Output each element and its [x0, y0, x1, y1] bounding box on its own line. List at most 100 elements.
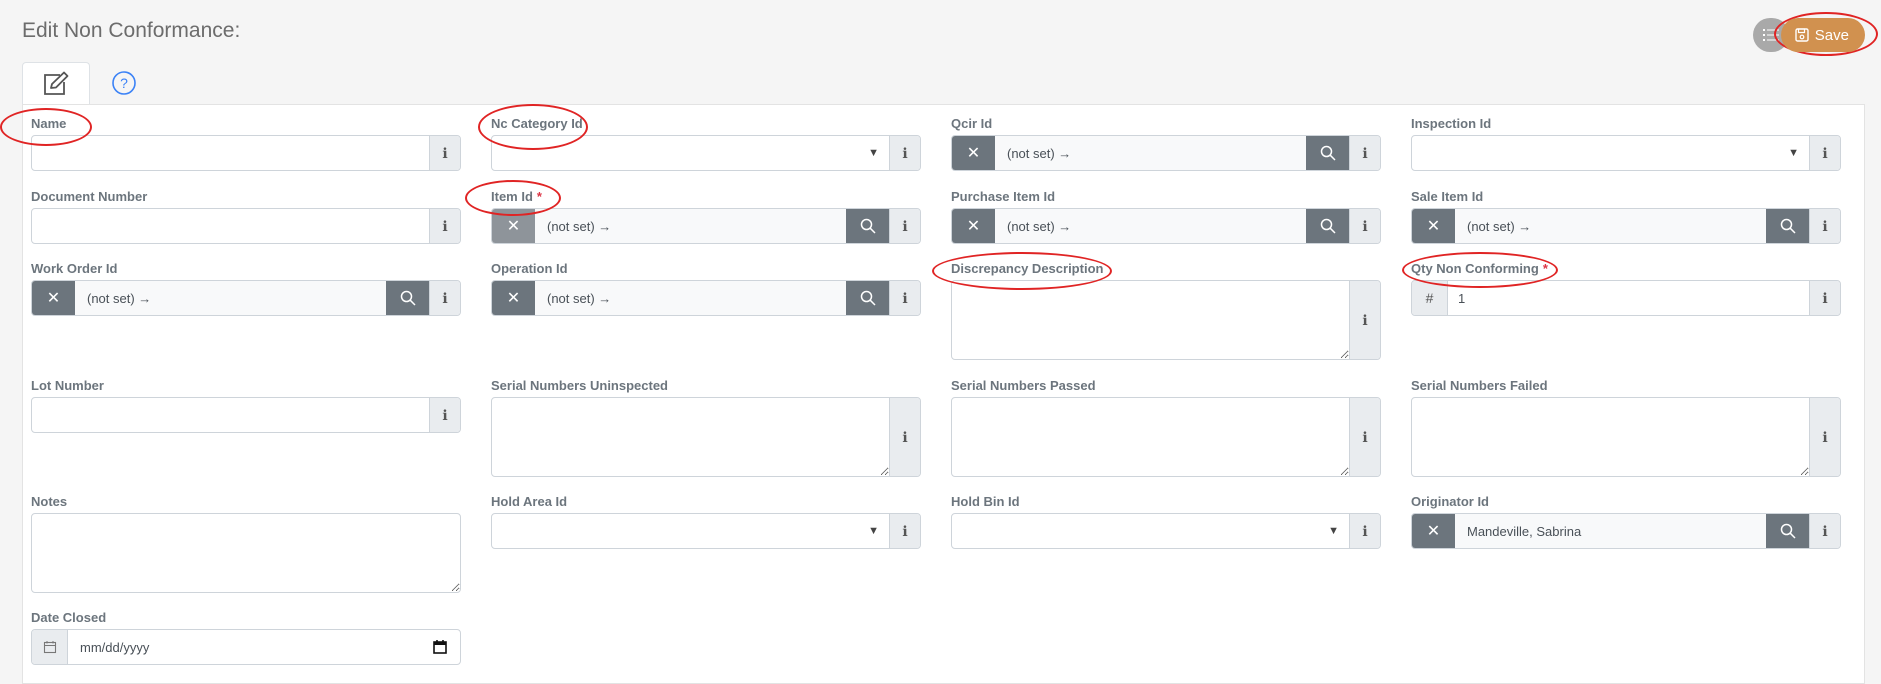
tab-bar: ?: [22, 62, 158, 104]
info-icon[interactable]: ℹ: [889, 209, 920, 243]
item-id-value[interactable]: (not set) →: [535, 209, 846, 243]
field-inspection-id: Inspection Id ▼ ℹ: [1411, 115, 1841, 171]
qty-non-conforming-input[interactable]: [1448, 281, 1809, 315]
info-icon[interactable]: ℹ: [429, 136, 460, 170]
purchase-item-id-value[interactable]: (not set) →: [995, 209, 1306, 243]
clear-button[interactable]: ✕: [1412, 209, 1455, 243]
info-icon[interactable]: ℹ: [1349, 281, 1380, 359]
info-icon[interactable]: ℹ: [1349, 398, 1380, 476]
field-name: Name ℹ: [31, 115, 461, 171]
originator-id-value[interactable]: Mandeville, Sabrina: [1455, 514, 1766, 548]
question-circle-icon: ?: [112, 71, 136, 95]
search-button[interactable]: [386, 281, 429, 315]
serial-numbers-uninspected-textarea[interactable]: [492, 398, 889, 476]
name-input[interactable]: [32, 136, 429, 170]
search-button[interactable]: [846, 281, 889, 315]
sale-item-id-label: Sale Item Id: [1411, 189, 1484, 204]
save-button[interactable]: Save: [1780, 18, 1865, 52]
svg-text:?: ?: [120, 75, 128, 91]
search-button[interactable]: [1766, 209, 1809, 243]
clear-button[interactable]: ✕: [952, 209, 995, 243]
info-icon[interactable]: ℹ: [889, 514, 920, 548]
hold-bin-id-label: Hold Bin Id: [951, 494, 1020, 509]
search-icon: [1320, 218, 1336, 234]
field-notes: Notes: [31, 493, 461, 593]
clear-button[interactable]: ✕: [492, 209, 535, 243]
chevron-down-icon: ▼: [1328, 525, 1339, 537]
field-operation-id: Operation Id ✕ (not set) → ℹ: [491, 260, 921, 316]
qcir-id-value[interactable]: (not set) →: [995, 136, 1306, 170]
tab-help[interactable]: ?: [90, 62, 158, 104]
info-icon[interactable]: ℹ: [1809, 209, 1840, 243]
clear-button[interactable]: ✕: [1412, 514, 1455, 548]
serial-numbers-passed-textarea[interactable]: [952, 398, 1349, 476]
field-serial-numbers-uninspected: Serial Numbers Uninspected ℹ: [491, 377, 921, 477]
info-icon[interactable]: ℹ: [1349, 136, 1380, 170]
field-serial-numbers-passed: Serial Numbers Passed ℹ: [951, 377, 1381, 477]
document-number-input[interactable]: [32, 209, 429, 243]
info-icon[interactable]: ℹ: [429, 209, 460, 243]
info-icon[interactable]: ℹ: [889, 136, 920, 170]
field-purchase-item-id: Purchase Item Id ✕ (not set) → ℹ: [951, 188, 1381, 244]
search-button[interactable]: [846, 209, 889, 243]
discrepancy-description-textarea[interactable]: [952, 281, 1349, 359]
info-icon[interactable]: ℹ: [1349, 514, 1380, 548]
save-label: Save: [1814, 26, 1849, 44]
inspection-id-select[interactable]: ▼: [1412, 136, 1809, 170]
qcir-id-label: Qcir Id: [951, 116, 993, 131]
lot-number-input[interactable]: [32, 398, 429, 432]
info-icon[interactable]: ℹ: [429, 281, 460, 315]
operation-id-value[interactable]: (not set) →: [535, 281, 846, 315]
sale-item-id-value[interactable]: (not set) →: [1455, 209, 1766, 243]
clear-button[interactable]: ✕: [32, 281, 75, 315]
calendar-icon: [32, 630, 68, 664]
discrepancy-description-label: Discrepancy Description: [951, 261, 1104, 276]
serial-numbers-uninspected-label: Serial Numbers Uninspected: [491, 378, 668, 393]
field-date-closed: Date Closed mm/dd/yyyy: [31, 609, 461, 665]
top-actions: Save: [1752, 18, 1865, 52]
field-document-number: Document Number ℹ: [31, 188, 461, 244]
work-order-id-label: Work Order Id: [31, 261, 118, 276]
search-icon: [1780, 218, 1796, 234]
field-discrepancy-description: Discrepancy Description ℹ: [951, 260, 1381, 360]
search-icon: [1320, 145, 1336, 161]
info-icon[interactable]: ℹ: [1809, 136, 1840, 170]
notes-label: Notes: [31, 494, 68, 509]
chevron-down-icon: ▼: [1788, 147, 1799, 159]
hold-bin-id-select[interactable]: ▼: [952, 514, 1349, 548]
info-icon[interactable]: ℹ: [1809, 281, 1840, 315]
serial-numbers-passed-label: Serial Numbers Passed: [951, 378, 1096, 393]
date-picker-button[interactable]: [420, 630, 460, 664]
info-icon[interactable]: ℹ: [889, 398, 920, 476]
serial-numbers-failed-textarea[interactable]: [1412, 398, 1809, 476]
hold-area-id-select[interactable]: ▼: [492, 514, 889, 548]
search-button[interactable]: [1306, 136, 1349, 170]
date-closed-label: Date Closed: [31, 610, 107, 625]
field-item-id: Item Id * ✕ (not set) → ℹ: [491, 188, 921, 244]
qty-non-conforming-label-text: Qty Non Conforming: [1411, 261, 1539, 276]
notes-textarea[interactable]: [32, 514, 460, 592]
clear-button[interactable]: ✕: [492, 281, 535, 315]
work-order-id-value[interactable]: (not set) →: [75, 281, 386, 315]
nc-category-id-select[interactable]: ▼: [492, 136, 889, 170]
search-icon: [1780, 523, 1796, 539]
clear-button[interactable]: ✕: [952, 136, 995, 170]
tab-edit[interactable]: [22, 62, 90, 104]
serial-numbers-failed-label: Serial Numbers Failed: [1411, 378, 1548, 393]
search-icon: [400, 290, 416, 306]
required-marker: *: [536, 189, 542, 204]
date-closed-input[interactable]: mm/dd/yyyy: [68, 630, 420, 664]
info-icon[interactable]: ℹ: [1809, 398, 1840, 476]
chevron-down-icon: ▼: [868, 525, 879, 537]
info-icon[interactable]: ℹ: [1809, 514, 1840, 548]
info-icon[interactable]: ℹ: [1349, 209, 1380, 243]
search-icon: [860, 218, 876, 234]
edit-icon: [44, 71, 69, 95]
search-button[interactable]: [1766, 514, 1809, 548]
field-qty-non-conforming: Qty Non Conforming* # ℹ: [1411, 260, 1841, 316]
search-button[interactable]: [1306, 209, 1349, 243]
info-icon[interactable]: ℹ: [429, 398, 460, 432]
field-hold-area-id: Hold Area Id ▼ ℹ: [491, 493, 921, 549]
operation-id-label: Operation Id: [491, 261, 568, 276]
info-icon[interactable]: ℹ: [889, 281, 920, 315]
